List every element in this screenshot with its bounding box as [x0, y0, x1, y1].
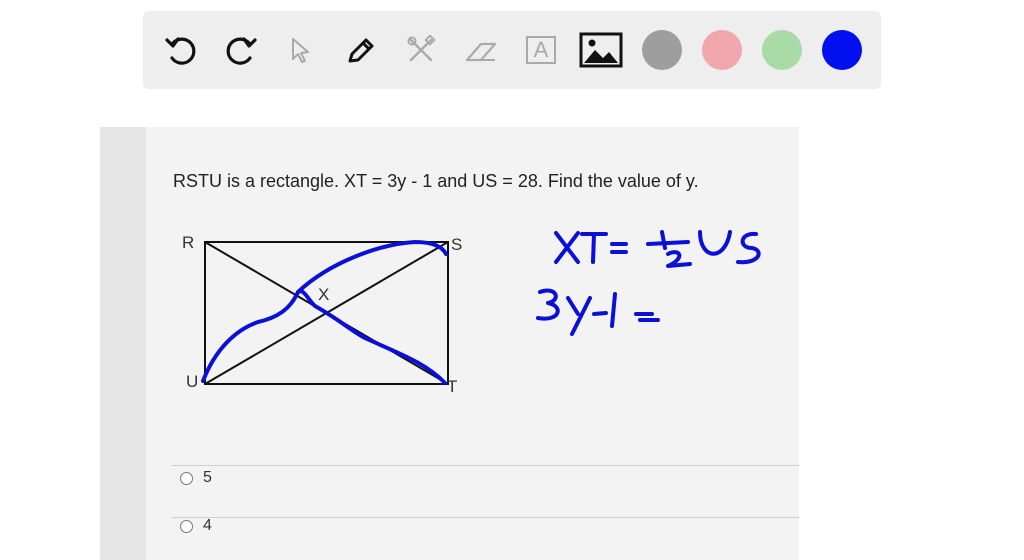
vertex-label-r: R [182, 233, 195, 252]
text-icon: A [526, 36, 556, 64]
worksheet-margin [100, 127, 146, 560]
drawing-toolbar: A [143, 11, 881, 89]
vertex-label-s: S [451, 235, 463, 254]
color-swatch-pink[interactable] [702, 30, 742, 70]
eraser-icon [461, 30, 501, 70]
pointer-icon [281, 30, 321, 70]
pointer-button[interactable] [281, 30, 321, 70]
color-swatch-blue[interactable] [822, 30, 862, 70]
radio-button[interactable] [180, 519, 193, 533]
redo-button[interactable] [221, 30, 261, 70]
undo-icon [161, 30, 201, 70]
color-swatch-gray[interactable] [642, 30, 682, 70]
rectangle-diagram [204, 241, 449, 385]
pen-button[interactable] [341, 30, 381, 70]
option-divider [172, 517, 799, 518]
color-swatch-green[interactable] [762, 30, 802, 70]
tools-icon [401, 30, 441, 70]
redo-icon [221, 30, 261, 70]
pen-icon [341, 30, 381, 70]
image-icon [579, 32, 623, 68]
answer-option[interactable]: 4 [180, 517, 212, 535]
tools-button[interactable] [401, 30, 441, 70]
text-button[interactable]: A [521, 30, 561, 70]
question-text: RSTU is a rectangle. XT = 3y - 1 and US … [173, 171, 699, 191]
option-label: 4 [203, 517, 212, 534]
vertex-label-t: T [447, 377, 458, 396]
rectangle-figure [160, 222, 480, 407]
eraser-button[interactable] [461, 30, 501, 70]
option-divider [172, 465, 799, 466]
vertex-label-u: U [186, 372, 199, 391]
option-label: 5 [203, 469, 212, 486]
vertex-label-x: X [318, 285, 330, 304]
undo-button[interactable] [161, 30, 201, 70]
image-button[interactable] [579, 30, 623, 70]
radio-button[interactable] [180, 471, 193, 485]
answer-option[interactable]: 5 [180, 469, 212, 487]
